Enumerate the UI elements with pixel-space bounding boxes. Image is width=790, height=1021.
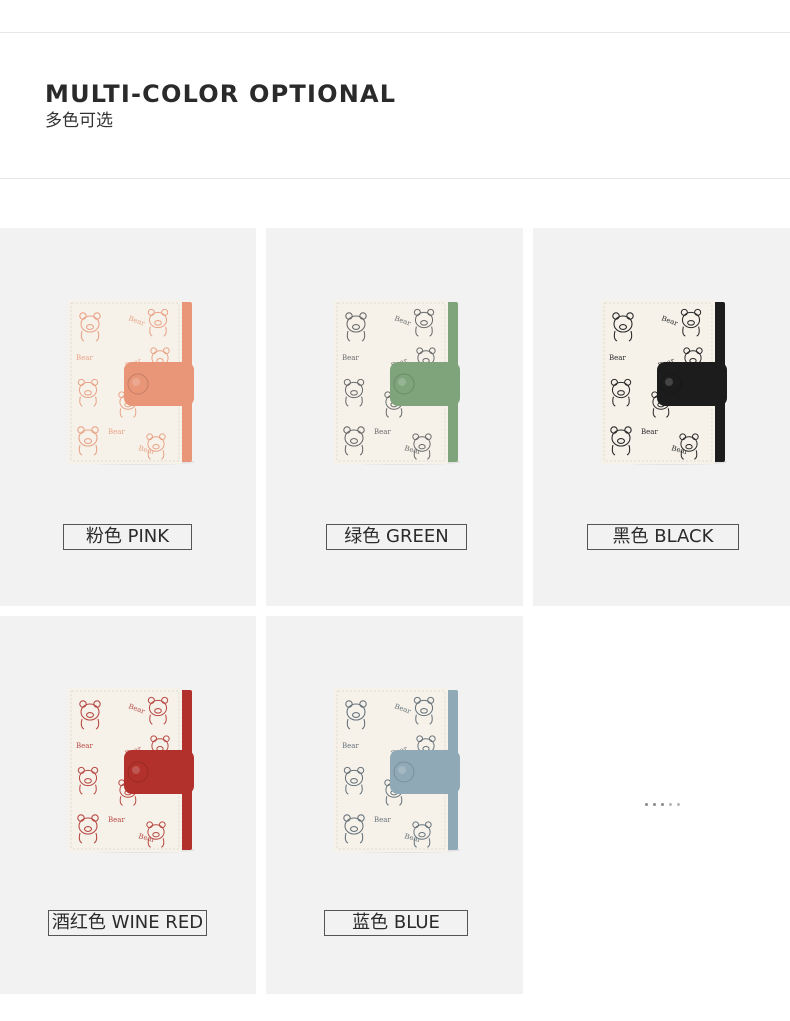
- svg-text:Bear: Bear: [76, 354, 93, 362]
- svg-text:Bear: Bear: [342, 354, 359, 362]
- wallet-image-blue: Bear Bear Bear Bear Bear: [334, 688, 460, 854]
- svg-text:Bear: Bear: [76, 742, 93, 750]
- svg-text:Bear: Bear: [374, 816, 391, 824]
- wallet-image-black: Bear Bear Bear Bear Bear: [601, 300, 727, 466]
- svg-text:Bear: Bear: [609, 354, 626, 362]
- more-dots-icon: [645, 803, 695, 809]
- wallet-image-pink: Bear Bear Bear Bear Bear: [68, 300, 194, 466]
- variant-label-black: 黑色 BLACK: [587, 524, 739, 550]
- variant-card-green[interactable]: Bear Bear Bear Bear Bear 绿色 GREEN: [266, 228, 523, 606]
- header-divider: [0, 178, 790, 179]
- top-divider: [0, 32, 790, 33]
- variant-card-pink[interactable]: Bear Bear Bear Bear Bear 粉色 PINK: [0, 228, 256, 606]
- svg-text:Bear: Bear: [641, 428, 658, 436]
- svg-text:Bear: Bear: [108, 428, 125, 436]
- variant-label-green: 绿色 GREEN: [326, 524, 467, 550]
- variant-label-blue: 蓝色 BLUE: [324, 910, 468, 936]
- svg-text:Bear: Bear: [374, 428, 391, 436]
- svg-text:Bear: Bear: [108, 816, 125, 824]
- variant-label-wine-red: 酒红色 WINE RED: [48, 910, 207, 936]
- wallet-image-wine-red: Bear Bear Bear Bear Bear: [68, 688, 194, 854]
- svg-text:Bear: Bear: [342, 742, 359, 750]
- variant-card-black[interactable]: Bear Bear Bear Bear Bear 黑色 BLACK: [533, 228, 790, 606]
- heading-title-cn: 多色可选: [45, 111, 113, 131]
- heading-title-en: MULTI-COLOR OPTIONAL: [45, 80, 397, 108]
- section-heading: MULTI-COLOR OPTIONAL 多色可选: [45, 80, 396, 132]
- variant-card-wine-red[interactable]: Bear Bear Bear Bear Bear 酒红色 WINE RED: [0, 616, 256, 994]
- variant-card-blue[interactable]: Bear Bear Bear Bear Bear 蓝色 BLUE: [266, 616, 523, 994]
- variant-label-pink: 粉色 PINK: [63, 524, 192, 550]
- wallet-image-green: Bear Bear Bear Bear Bear: [334, 300, 460, 466]
